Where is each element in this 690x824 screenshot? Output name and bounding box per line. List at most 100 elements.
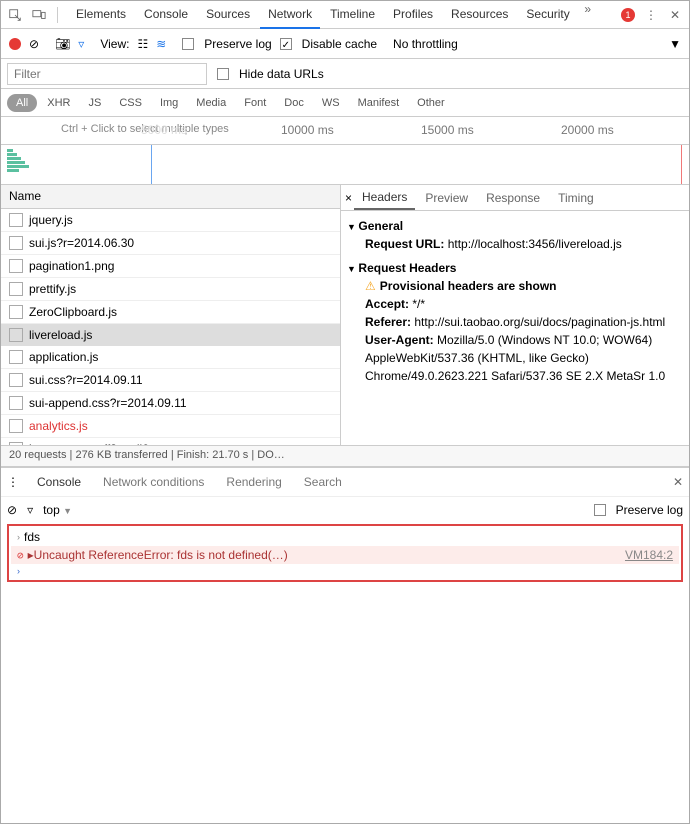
file-icon: [9, 419, 23, 433]
request-row[interactable]: icon-moon.woff?mvdj6z: [1, 438, 340, 445]
type-manifest[interactable]: Manifest: [350, 94, 408, 112]
type-xhr[interactable]: XHR: [39, 94, 78, 112]
tab-profiles[interactable]: Profiles: [385, 1, 441, 29]
header-accept: Accept: */*: [365, 295, 683, 313]
drawer-tab-search[interactable]: Search: [300, 471, 346, 493]
disable-cache-checkbox[interactable]: Disable cache: [280, 37, 377, 51]
general-section[interactable]: General: [347, 217, 683, 235]
request-row[interactable]: livereload.js: [1, 324, 340, 346]
overview-waterfall[interactable]: [1, 145, 689, 185]
type-img[interactable]: Img: [152, 94, 186, 112]
console-input-line[interactable]: ›fds: [11, 528, 679, 546]
file-icon: [9, 305, 23, 319]
type-all[interactable]: All: [7, 94, 37, 112]
console-output[interactable]: ›fds ▸Uncaught ReferenceError: fds is no…: [7, 524, 683, 582]
drawer-menu-icon[interactable]: ⋮: [7, 475, 19, 489]
error-count-badge[interactable]: 1: [621, 8, 635, 22]
request-row[interactable]: analytics.js: [1, 415, 340, 438]
tab-timeline[interactable]: Timeline: [322, 1, 383, 29]
console-filter-icon[interactable]: ▿: [27, 503, 33, 517]
type-font[interactable]: Font: [236, 94, 274, 112]
drawer-close-icon[interactable]: ✕: [673, 475, 683, 489]
request-row[interactable]: sui.css?r=2014.09.11: [1, 369, 340, 392]
provisional-warning: Provisional headers are shown: [365, 277, 683, 295]
request-row[interactable]: sui-append.css?r=2014.09.11: [1, 392, 340, 415]
detail-tab-headers[interactable]: Headers: [354, 186, 415, 210]
detail-tab-timing[interactable]: Timing: [550, 187, 602, 209]
close-detail-icon[interactable]: ×: [345, 191, 352, 205]
inspect-icon[interactable]: [7, 7, 23, 23]
type-doc[interactable]: Doc: [276, 94, 312, 112]
hide-data-urls-checkbox[interactable]: Hide data URLs: [217, 67, 324, 81]
tick-5000: 5000 ms: [141, 123, 187, 137]
tab-resources[interactable]: Resources: [443, 1, 516, 29]
detail-tab-response[interactable]: Response: [478, 187, 548, 209]
timeline-ruler[interactable]: Ctrl + Click to select multiple types 50…: [1, 117, 689, 145]
request-list: Name jquery.js sui.js?r=2014.06.30 pagin…: [1, 185, 341, 445]
context-select[interactable]: top ▼: [43, 503, 72, 517]
type-css[interactable]: CSS: [111, 94, 150, 112]
type-media[interactable]: Media: [188, 94, 234, 112]
request-row[interactable]: sui.js?r=2014.06.30: [1, 232, 340, 255]
file-icon: [9, 282, 23, 296]
tab-sources[interactable]: Sources: [198, 1, 258, 29]
file-icon: [9, 396, 23, 410]
detail-tabs: × Headers Preview Response Timing: [341, 185, 689, 211]
drawer-tab-console[interactable]: Console: [33, 471, 85, 493]
filter-input[interactable]: [7, 63, 207, 85]
record-button[interactable]: [9, 38, 21, 50]
column-header-name[interactable]: Name: [1, 185, 340, 209]
type-filter-row: All XHR JS CSS Img Media Font Doc WS Man…: [1, 89, 689, 117]
console-clear-icon[interactable]: ⊘: [7, 503, 17, 517]
request-row[interactable]: ZeroClipboard.js: [1, 301, 340, 324]
file-icon: [9, 442, 23, 445]
request-headers-section[interactable]: Request Headers: [347, 259, 683, 277]
console-error-line[interactable]: ▸Uncaught ReferenceError: fds is not def…: [11, 546, 679, 564]
request-detail: × Headers Preview Response Timing Genera…: [341, 185, 689, 445]
preserve-log-checkbox[interactable]: Preserve log: [182, 37, 271, 51]
main-toolbar: Elements Console Sources Network Timelin…: [1, 1, 689, 29]
tab-network[interactable]: Network: [260, 1, 320, 29]
view-list-icon[interactable]: ☷: [137, 37, 148, 51]
request-row[interactable]: prettify.js: [1, 278, 340, 301]
separator: [57, 7, 58, 23]
filter-icon[interactable]: ▿: [78, 37, 84, 51]
tab-console[interactable]: Console: [136, 1, 196, 29]
overflow-icon[interactable]: »: [580, 1, 596, 17]
camera-icon[interactable]: 📷︎: [55, 37, 70, 51]
tick-10000: 10000 ms: [281, 123, 334, 137]
headers-body[interactable]: General Request URL: http://localhost:34…: [341, 211, 689, 445]
drawer-tab-rendering[interactable]: Rendering: [222, 471, 285, 493]
request-row[interactable]: jquery.js: [1, 209, 340, 232]
file-icon: [9, 373, 23, 387]
file-icon: [9, 259, 23, 273]
clear-icon[interactable]: ⊘: [29, 37, 39, 51]
console-preserve-log-checkbox[interactable]: Preserve log: [594, 503, 683, 517]
request-row[interactable]: application.js: [1, 346, 340, 369]
tab-elements[interactable]: Elements: [68, 1, 134, 29]
drawer-tabbar: ⋮ Console Network conditions Rendering S…: [1, 468, 689, 496]
console-prompt[interactable]: ›: [11, 564, 679, 578]
request-rows[interactable]: jquery.js sui.js?r=2014.06.30 pagination…: [1, 209, 340, 445]
drawer-tab-network-conditions[interactable]: Network conditions: [99, 471, 208, 493]
status-bar: 20 requests | 276 KB transferred | Finis…: [1, 445, 689, 467]
throttle-dropdown-icon[interactable]: ▼: [669, 37, 681, 51]
filter-bar: Hide data URLs: [1, 59, 689, 89]
main-tabs: Elements Console Sources Network Timelin…: [68, 1, 613, 29]
file-icon: [9, 236, 23, 250]
type-other[interactable]: Other: [409, 94, 453, 112]
view-waterfall-icon[interactable]: ≋: [156, 37, 166, 51]
type-ws[interactable]: WS: [314, 94, 348, 112]
device-icon[interactable]: [31, 7, 47, 23]
request-row[interactable]: pagination1.png: [1, 255, 340, 278]
type-js[interactable]: JS: [80, 94, 109, 112]
tab-security[interactable]: Security: [518, 1, 577, 29]
detail-tab-preview[interactable]: Preview: [417, 187, 476, 209]
close-icon[interactable]: ✕: [667, 7, 683, 23]
header-referer: Referer: http://sui.taobao.org/sui/docs/…: [365, 313, 683, 331]
menu-icon[interactable]: ⋮: [643, 7, 659, 23]
throttling-select[interactable]: No throttling: [393, 37, 458, 51]
error-source-link[interactable]: VM184:2: [625, 548, 673, 562]
drawer: ⋮ Console Network conditions Rendering S…: [1, 467, 689, 582]
console-toolbar: ⊘ ▿ top ▼ Preserve log: [1, 496, 689, 522]
